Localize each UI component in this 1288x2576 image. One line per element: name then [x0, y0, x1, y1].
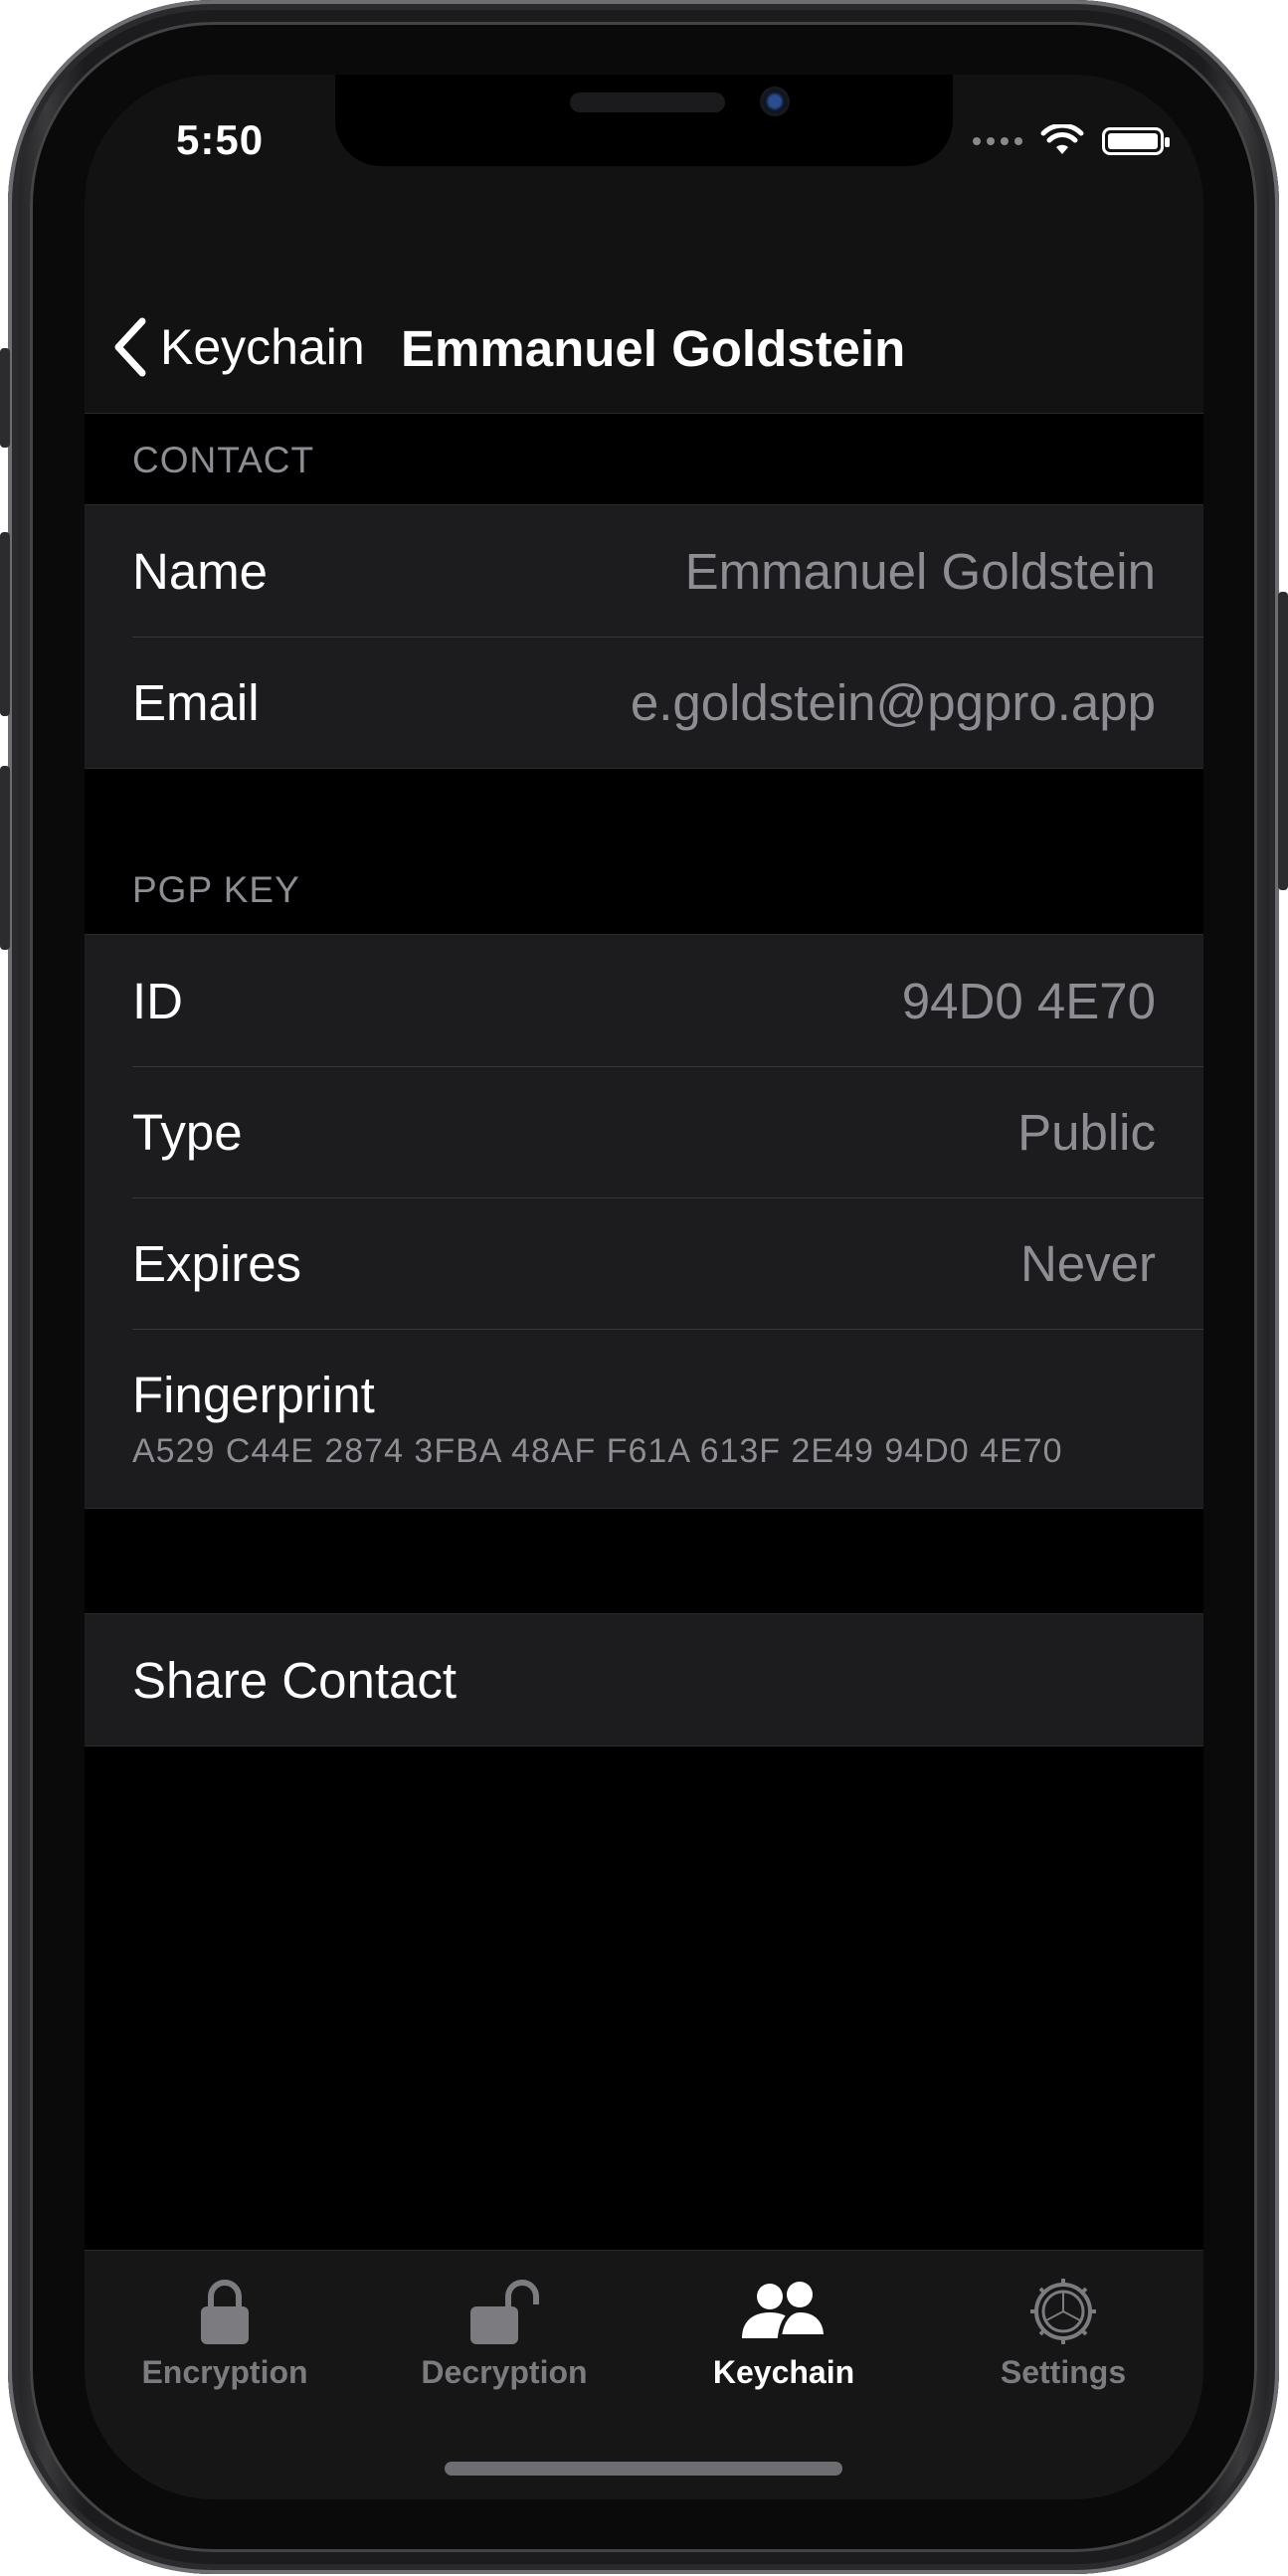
page-title: Emmanuel Goldstein — [401, 320, 906, 377]
tab-label: Settings — [1000, 2354, 1127, 2390]
row-label: Expires — [132, 1234, 302, 1292]
tab-label: Encryption — [141, 2354, 308, 2390]
row-expires[interactable]: Expires Never — [85, 1197, 1203, 1329]
lock-closed-icon — [201, 2280, 249, 2344]
chevron-left-icon — [114, 317, 146, 377]
status-time: 5:50 — [176, 116, 265, 163]
lock-open-icon — [470, 2280, 539, 2344]
navigation-bar: Keychain Emmanuel Goldstein — [85, 234, 1203, 414]
wifi-icon — [1040, 124, 1084, 154]
tab-label: Keychain — [712, 2354, 855, 2390]
share-contact-button[interactable]: Share Contact — [85, 1614, 1203, 1746]
row-value: e.goldstein@pgpro.app — [630, 673, 1156, 731]
tab-decryption[interactable]: Decryption — [375, 2277, 634, 2391]
row-label: Email — [132, 673, 260, 731]
tab-settings[interactable]: Settings — [934, 2277, 1193, 2391]
row-value: Emmanuel Goldstein — [684, 542, 1156, 600]
volume-up-button — [0, 532, 10, 716]
people-icon — [742, 2282, 828, 2338]
notch — [335, 75, 953, 166]
front-camera — [760, 87, 790, 116]
back-label: Keychain — [160, 319, 365, 375]
tab-keychain[interactable]: Keychain — [654, 2277, 913, 2391]
home-indicator — [445, 2462, 842, 2476]
share-contact-label: Share Contact — [132, 1651, 458, 1709]
tab-encryption[interactable]: Encryption — [95, 2277, 354, 2391]
tab-label: Decryption — [421, 2354, 588, 2390]
fingerprint-label: Fingerprint — [132, 1367, 375, 1423]
gear-icon — [1030, 2279, 1096, 2344]
back-button[interactable]: Keychain — [110, 315, 365, 379]
row-label: Name — [132, 542, 269, 600]
contact-group: Name Emmanuel Goldstein Email e.goldstei… — [85, 504, 1203, 769]
screen: 5:50 Keychain Emmanuel Goldstein CONTACT… — [85, 75, 1203, 2499]
row-value: Never — [1019, 1234, 1156, 1292]
section-header-pgp-key: PGP KEY — [132, 869, 300, 910]
section-header-contact: CONTACT — [132, 440, 315, 480]
battery-icon — [1102, 127, 1170, 155]
status-icons — [973, 124, 1170, 158]
row-type[interactable]: Type Public — [85, 1066, 1203, 1197]
pgp-key-group: ID 94D0 4E70 Type Public Expires Never F… — [85, 934, 1203, 1509]
row-value: 94D0 4E70 — [901, 972, 1156, 1029]
row-name[interactable]: Name Emmanuel Goldstein — [85, 505, 1203, 637]
row-id[interactable]: ID 94D0 4E70 — [85, 935, 1203, 1066]
row-email[interactable]: Email e.goldstein@pgpro.app — [85, 637, 1203, 768]
power-button — [1278, 592, 1288, 890]
mute-switch — [0, 348, 10, 448]
row-label: ID — [132, 972, 183, 1029]
row-fingerprint[interactable]: Fingerprint A529 C44E 2874 3FBA 48AF F61… — [85, 1329, 1203, 1508]
actions-group: Share Contact — [85, 1613, 1203, 1747]
speaker-grille — [570, 92, 725, 112]
fingerprint-value: A529 C44E 2874 3FBA 48AF F61A 613F 2E49 … — [132, 1432, 1063, 1470]
row-label: Type — [132, 1103, 243, 1161]
row-value: Public — [1017, 1103, 1156, 1161]
signal-icon — [973, 137, 1022, 145]
volume-down-button — [0, 766, 10, 950]
